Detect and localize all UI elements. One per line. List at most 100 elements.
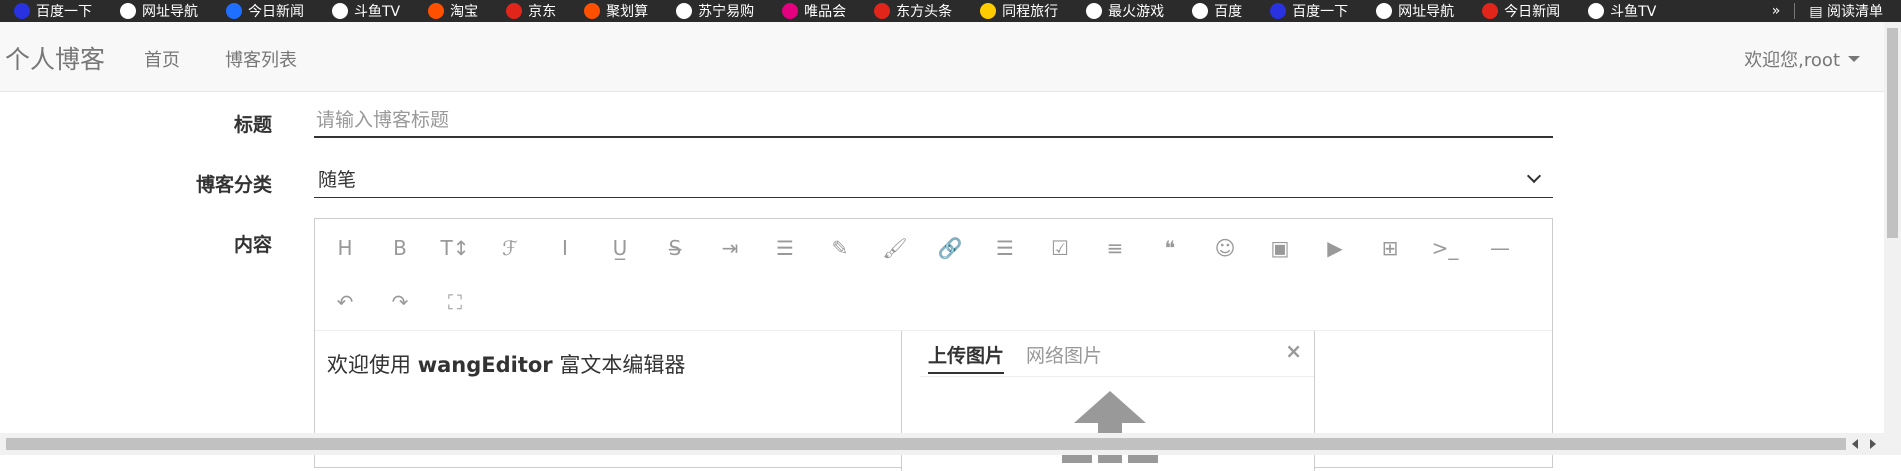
image-icon[interactable]: ▣ [1265,233,1295,263]
font-color-icon[interactable]: ✎ [825,233,855,263]
horizontal-scrollbar[interactable] [0,433,1884,455]
justify-icon[interactable]: ≡ [1100,233,1130,263]
category-select[interactable]: 随笔 [314,160,1553,198]
globe-icon [332,3,348,19]
video-icon[interactable]: ▶ [1320,233,1350,263]
bookmark-label: 今日新闻 [1504,1,1560,21]
indent-icon[interactable]: ⇥ [715,233,745,263]
globe-icon [1588,3,1604,19]
bookmark-item[interactable]: 今日新闻 [1468,1,1574,21]
baidu-icon [14,3,30,19]
bookmark-item[interactable]: 斗鱼TV [318,1,414,21]
scroll-right-icon[interactable] [1870,439,1876,449]
bookmark-label: 东方头条 [896,1,952,21]
scrollbar-corner [1884,433,1901,455]
brand-logo[interactable]: 个人博客 [5,40,105,76]
bookmark-label: 百度一下 [1292,1,1348,21]
bookmark-item[interactable]: 苏宁易购 [662,1,768,21]
bookmarks-right: » ▤ 阅读清单 [1772,0,1883,22]
nav-home[interactable]: 首页 [144,46,180,72]
bookmark-label: 最火游戏 [1108,1,1164,21]
news-icon [226,3,242,19]
bookmark-item[interactable]: 唯品会 [768,1,860,21]
bold-icon[interactable]: B [385,233,415,263]
bookmarks-divider [1794,3,1795,19]
content-text-suffix: 富文本编辑器 [553,353,686,377]
content-text: 欢迎使用 [327,353,418,377]
bookmark-item[interactable]: 斗鱼TV [1574,1,1670,21]
bookmark-label: 同程旅行 [1002,1,1058,21]
quote-icon[interactable]: ❝ [1155,233,1185,263]
italic-icon[interactable]: I [550,233,580,263]
bookmark-item[interactable]: 百度 [1178,1,1256,21]
reading-list-button[interactable]: ▤ 阅读清单 [1809,1,1883,21]
upload-icon[interactable] [1074,391,1146,423]
bookmark-item[interactable]: 东方头条 [860,1,966,21]
tab-network-image[interactable]: 网络图片 [1026,341,1102,368]
globe-icon [1192,3,1208,19]
bookmark-label: 斗鱼TV [354,1,400,21]
bookmark-item[interactable]: 淘宝 [414,1,492,21]
bookmark-item[interactable]: 网址导航 [106,1,212,21]
bookmark-item[interactable]: 同程旅行 [966,1,1072,21]
code-icon[interactable]: >_ [1430,233,1460,263]
navbar: 个人博客 首页 博客列表 欢迎您,root [0,22,1884,92]
undo-icon[interactable]: ↶ [330,287,360,317]
baidu-icon [1270,3,1286,19]
bookmark-label: 百度一下 [36,1,92,21]
font-size-icon[interactable]: T↕ [440,233,470,263]
travel-icon [980,3,996,19]
bookmark-label: 网址导航 [142,1,198,21]
editor-toolbar: HB T↕ ℱI U̲ S̶ ⇥ ☰ ✎ 🖌 🔗 ☰ ☑ ≡ ❝ ☺ ▣ ▶ ⊞ >_ — ↶ ↷ ⛶ [315,219,1552,331]
globe-icon [1376,3,1392,19]
tab-upload-image[interactable]: 上传图片 [928,341,1004,374]
bookmark-label: 网址导航 [1398,1,1454,21]
user-menu[interactable]: 欢迎您,root [1744,46,1860,72]
background-color-icon[interactable]: 🖌 [880,233,910,263]
bookmark-label: 百度 [1214,1,1242,21]
fullscreen-icon[interactable]: ⛶ [440,287,470,317]
line-height-icon[interactable]: ☰ [770,233,800,263]
horizontal-scroll-thumb[interactable] [6,438,1846,450]
underline-icon[interactable]: U̲ [605,233,635,263]
bookmark-item[interactable]: 今日新闻 [212,1,318,21]
bookmark-item[interactable]: 京东 [492,1,570,21]
table-icon[interactable]: ⊞ [1375,233,1405,263]
user-greeting: 欢迎您,root [1744,46,1840,72]
bookmark-item[interactable]: 网址导航 [1362,1,1468,21]
title-label: 标题 [0,110,272,137]
redo-icon[interactable]: ↷ [385,287,415,317]
link-icon[interactable]: 🔗 [935,233,965,263]
bookmarks-bar: 百度一下网址导航今日新闻斗鱼TV淘宝京东聚划算苏宁易购唯品会东方头条同程旅行最火… [0,0,1901,22]
strikethrough-icon[interactable]: S̶ [660,233,690,263]
editor-content[interactable]: 欢迎使用 wangEditor 富文本编辑器 [327,349,685,379]
bookmark-item[interactable]: 百度一下 [0,1,106,21]
font-family-icon[interactable]: ℱ [495,233,525,263]
bookmark-item[interactable]: 百度一下 [1256,1,1362,21]
taobao-icon [428,3,444,19]
bookmark-item[interactable]: 最火游戏 [1072,1,1178,21]
toutiao-icon [1482,3,1498,19]
juhuasuan-icon [584,3,600,19]
globe-icon [1086,3,1102,19]
header-icon[interactable]: H [330,233,360,263]
category-label: 博客分类 [0,170,272,197]
emoticon-icon[interactable]: ☺ [1210,233,1240,263]
split-line-icon[interactable]: — [1485,233,1515,263]
more-bookmarks-icon[interactable]: » [1772,3,1781,19]
close-icon[interactable]: × [1285,339,1302,363]
tab-divider [920,376,1314,377]
bookmark-item[interactable]: 聚划算 [570,1,662,21]
nav-blog-list[interactable]: 博客列表 [225,46,297,72]
chevron-down-icon [1527,168,1541,182]
bookmark-label: 唯品会 [804,1,846,21]
bookmark-label: 聚划算 [606,1,648,21]
vertical-scrollbar[interactable] [1884,22,1901,433]
list-icon[interactable]: ☰ [990,233,1020,263]
bookmark-label: 斗鱼TV [1610,1,1656,21]
vertical-scroll-thumb[interactable] [1887,28,1898,238]
scroll-left-icon[interactable] [1852,439,1858,449]
title-input[interactable]: 请输入博客标题 [314,100,1553,138]
toutiao-icon [874,3,890,19]
todo-icon[interactable]: ☑ [1045,233,1075,263]
